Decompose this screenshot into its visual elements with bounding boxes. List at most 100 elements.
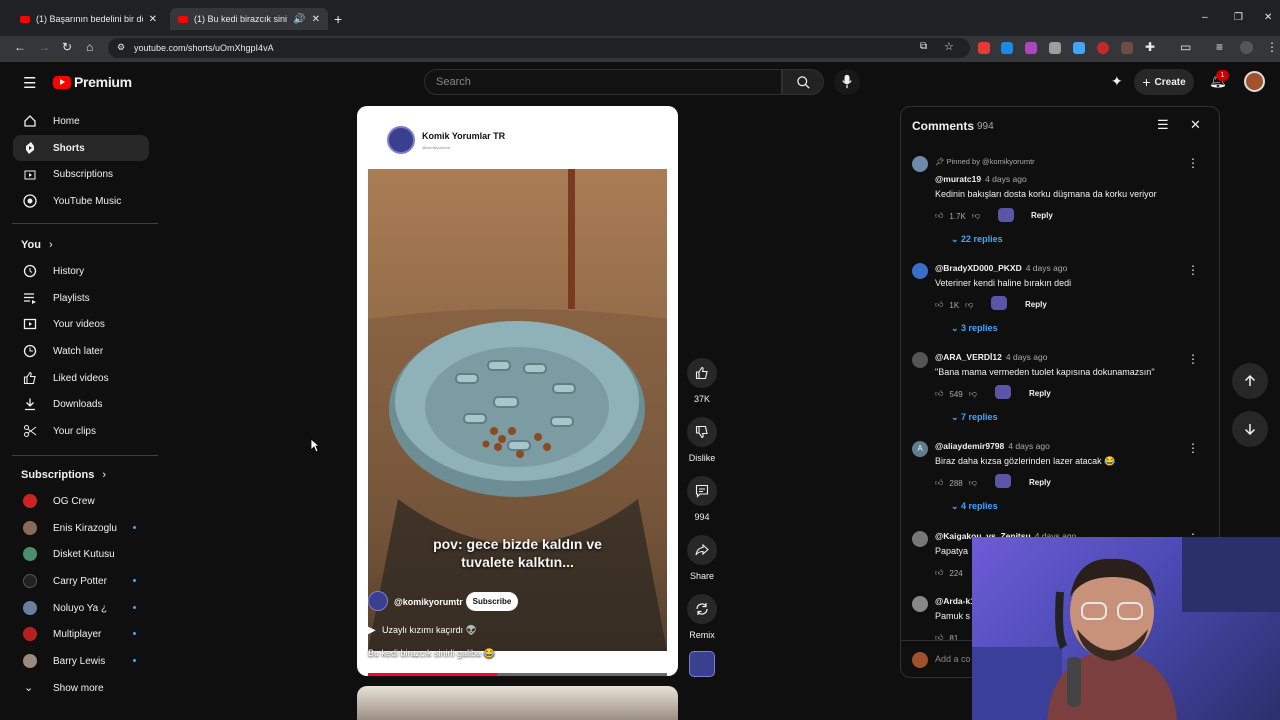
profile-avatar[interactable] xyxy=(1240,41,1253,54)
close-tab-icon[interactable]: ✕ xyxy=(149,14,157,25)
thumbs-up-icon[interactable]: 👍︎ xyxy=(935,211,943,221)
short-video-player[interactable]: pov: gece bizde kaldın ve tuvalete kalkt… xyxy=(368,169,667,651)
author-name[interactable]: @BradyXD000_PKXD xyxy=(935,263,1022,273)
channel-logo[interactable] xyxy=(387,126,415,154)
close-comments-icon[interactable]: ✕ xyxy=(1190,117,1201,133)
media-icon[interactable]: ≡ xyxy=(1216,40,1223,54)
create-button[interactable]: + Create xyxy=(1134,69,1194,95)
add-comment-input[interactable]: Add a co xyxy=(935,654,971,664)
sidebar-item-liked-videos[interactable]: Liked videos xyxy=(13,365,149,391)
comment-author[interactable]: @Arda-k1 xyxy=(935,596,975,606)
remix-action[interactable]: Remix xyxy=(687,594,717,640)
music-label[interactable]: Uzaylı kızımı kaçırdı 👽 xyxy=(382,625,477,636)
premium-gift-icon[interactable]: ✦ xyxy=(1111,73,1123,90)
sidebar-item-shorts[interactable]: Shorts xyxy=(13,135,149,161)
thumbs-up-icon[interactable]: 👍︎ xyxy=(935,389,943,399)
hamburger-icon[interactable]: ☰ xyxy=(23,74,36,92)
search-button[interactable] xyxy=(782,69,824,95)
view-replies-button[interactable]: ⌄ 22 replies xyxy=(951,234,1003,245)
commenter-avatar[interactable] xyxy=(912,596,928,612)
share-button[interactable] xyxy=(687,535,717,565)
account-avatar[interactable] xyxy=(1244,71,1265,92)
sidebar-item-history[interactable]: History xyxy=(13,258,149,284)
subscription-multiplayer[interactable]: Multiplayer xyxy=(13,621,149,647)
commenter-avatar[interactable] xyxy=(912,156,928,172)
sidebar-item-subscriptions[interactable]: Subscriptions xyxy=(13,161,149,187)
view-replies-button[interactable]: ⌄ 3 replies xyxy=(951,323,998,334)
reply-button[interactable]: Reply xyxy=(1029,478,1051,487)
youtube-logo[interactable]: Premium xyxy=(53,74,132,90)
ublock-icon[interactable] xyxy=(1097,42,1109,54)
extension-icon[interactable] xyxy=(1025,42,1037,54)
subscription-og-crew[interactable]: OG Crew xyxy=(13,488,149,514)
close-tab-icon[interactable]: ✕ xyxy=(312,14,320,25)
sidebar-item-youtube-music[interactable]: YouTube Music xyxy=(13,188,149,214)
subscription-carry-potter[interactable]: Carry Potter xyxy=(13,568,149,594)
close-window-button[interactable]: ✕ xyxy=(1264,12,1272,23)
extension-icon[interactable] xyxy=(1121,42,1133,54)
view-replies-button[interactable]: ⌄ 7 replies xyxy=(951,412,998,423)
new-tab-button[interactable]: + xyxy=(334,11,342,27)
reply-button[interactable]: Reply xyxy=(1031,211,1053,220)
bottom-channel-handle[interactable]: @komikyorumtr xyxy=(394,597,463,607)
extension-icon[interactable] xyxy=(1073,42,1085,54)
comments-button[interactable] xyxy=(687,476,717,506)
progress-track[interactable] xyxy=(368,673,667,676)
comment-author[interactable]: @BradyXD000_PKXD 4 days ago xyxy=(935,263,1067,273)
site-info-icon[interactable]: ⚙ xyxy=(117,42,125,53)
extension-icon[interactable] xyxy=(1001,42,1013,54)
subscribe-button[interactable]: Subscribe xyxy=(466,592,518,611)
you-section-header[interactable]: You › xyxy=(21,239,53,251)
forward-icon[interactable]: → xyxy=(38,40,50,54)
reply-button[interactable]: Reply xyxy=(1025,300,1047,309)
show-more-button[interactable]: ⌄ Show more xyxy=(13,675,149,701)
next-short-button[interactable] xyxy=(1232,411,1268,447)
extension-icon[interactable] xyxy=(978,42,990,54)
bookmark-star-icon[interactable]: ☆ xyxy=(944,40,954,53)
restore-button[interactable]: ❐ xyxy=(1234,12,1243,23)
subscription-noluyo-ya[interactable]: Noluyo Ya ¿ xyxy=(13,595,149,621)
commenter-avatar[interactable] xyxy=(912,531,928,547)
thumbs-down-icon[interactable]: 👎︎ xyxy=(965,300,973,310)
tab-2-active[interactable]: (1) Bu kedi birazcık sinirli g 🔊 ✕ xyxy=(170,8,328,30)
subscription-barry-lewis[interactable]: Barry Lewis xyxy=(13,648,149,674)
comment-author[interactable]: @muratc19 4 days ago xyxy=(935,174,1027,184)
channel-name[interactable]: Komik Yorumlar TR xyxy=(422,131,505,141)
author-name[interactable]: @ARA_VERDİ12 xyxy=(935,352,1002,362)
play-icon[interactable]: ▶ xyxy=(368,625,376,636)
next-short-preview[interactable] xyxy=(357,686,678,720)
share-action[interactable]: Share xyxy=(687,535,717,581)
sidebar-item-home[interactable]: Home xyxy=(13,108,149,134)
previous-short-button[interactable] xyxy=(1232,363,1268,399)
sidebar-item-watch-later[interactable]: Watch later xyxy=(13,338,149,364)
sidepanel-icon[interactable]: ▭ xyxy=(1180,40,1191,54)
comment-author[interactable]: @ARA_VERDİ12 4 days ago xyxy=(935,352,1047,362)
thumbs-down-icon[interactable]: 👎︎ xyxy=(969,478,977,488)
thumbs-down-icon[interactable]: 👎︎ xyxy=(972,211,980,221)
commenter-avatar[interactable] xyxy=(912,352,928,368)
tab-1[interactable]: (1) Başarının bedelini bir dönem ✕ xyxy=(12,8,165,30)
sidebar-item-your-clips[interactable]: Your clips xyxy=(13,418,149,444)
sidebar-item-playlists[interactable]: Playlists xyxy=(13,285,149,311)
thumbs-up-icon[interactable]: 👍︎ xyxy=(935,633,943,643)
sort-icon[interactable]: ☰ xyxy=(1157,117,1169,133)
thumbs-down-icon[interactable]: 👎︎ xyxy=(969,389,977,399)
thumbs-up-icon[interactable]: 👍︎ xyxy=(935,300,943,310)
like-button[interactable] xyxy=(687,358,717,388)
commenter-avatar[interactable]: A xyxy=(912,441,928,457)
author-name[interactable]: @muratc19 xyxy=(935,174,981,184)
voice-search-button[interactable] xyxy=(834,69,860,95)
subscriptions-section-header[interactable]: Subscriptions › xyxy=(21,469,106,481)
author-name[interactable]: @aliaydemir9798 xyxy=(935,441,1004,451)
remix-button[interactable] xyxy=(687,594,717,624)
view-replies-button[interactable]: ⌄ 4 replies xyxy=(951,501,998,512)
author-name[interactable]: @Arda-k1 xyxy=(935,596,975,606)
sound-thumbnail[interactable] xyxy=(689,651,715,677)
extension-icon[interactable] xyxy=(1049,42,1061,54)
home-browser-icon[interactable]: ⌂ xyxy=(86,40,93,54)
sidebar-item-your-videos[interactable]: Your videos xyxy=(13,311,149,337)
comment-menu-icon[interactable]: ⋮ xyxy=(1187,263,1199,277)
channel-avatar[interactable] xyxy=(368,591,388,611)
back-icon[interactable]: ← xyxy=(14,40,26,54)
comments-action[interactable]: 994 xyxy=(687,476,717,522)
